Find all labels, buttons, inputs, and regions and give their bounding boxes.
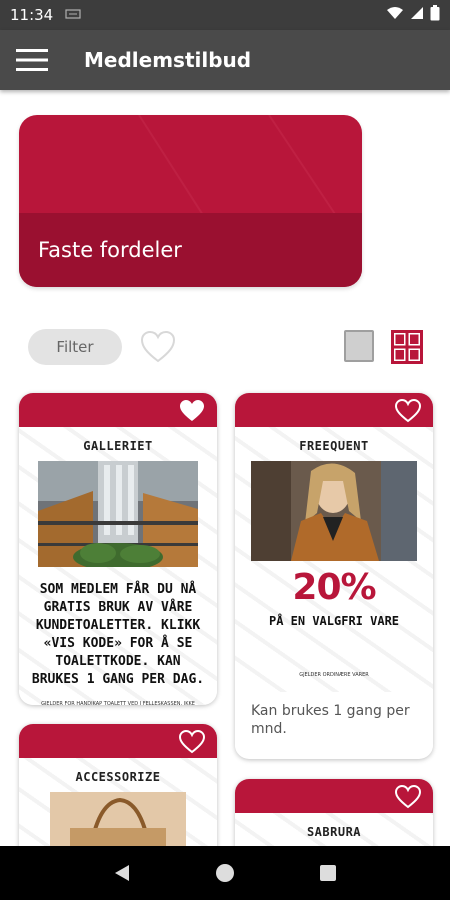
offer-card-sabrura[interactable]: SABRURA (235, 779, 433, 846)
discount-label: PÅ EN VALGFRI VARE (268, 614, 400, 628)
card-body: FREEQUENT 20% PÅ EN VALGFRI VARE Gjelder… (235, 427, 433, 692)
app-bar: Medlemstilbud (0, 30, 450, 90)
heart-outline-icon[interactable] (140, 330, 176, 364)
sim-card-icon (65, 8, 81, 22)
offer-card-freequent[interactable]: FREEQUENT 20% PÅ EN VALGFRI VARE Gjelder… (235, 393, 433, 759)
card-body: SABRURA (235, 813, 433, 846)
single-column-view-icon[interactable] (344, 330, 374, 362)
card-brand: SABRURA (306, 825, 362, 839)
offers-content[interactable]: Faste fordeler Filter GALLERIET SOM MEDL… (0, 90, 450, 846)
heart-outline-icon[interactable] (394, 398, 422, 423)
card-brand: GALLERIET (83, 439, 153, 453)
wifi-icon (386, 6, 404, 24)
card-header (235, 393, 433, 427)
discount-value: 20% (292, 567, 376, 608)
hero-band: Faste fordeler (19, 213, 362, 287)
filter-button[interactable]: Filter (28, 329, 122, 365)
recents-square-icon[interactable] (313, 858, 343, 888)
offer-card-galleriet[interactable]: GALLERIET SOM MEDLEM FÅR DU NÅ GRATIS BR… (19, 393, 217, 705)
card-description: SOM MEDLEM FÅR DU NÅ GRATIS BRUK AV VÅRE… (31, 582, 205, 687)
back-triangle-icon[interactable] (107, 858, 137, 888)
page-title: Medlemstilbud (84, 48, 252, 72)
status-bar: 11:34 (0, 0, 450, 30)
battery-icon (430, 5, 440, 25)
handbag-image (50, 792, 186, 846)
hero-label: Faste fordeler (38, 238, 182, 262)
card-header (19, 724, 217, 758)
card-brand: ACCESSORIZE (75, 770, 161, 784)
permanent-benefits-card[interactable]: Faste fordeler (19, 115, 362, 287)
hamburger-menu-icon[interactable] (0, 30, 64, 90)
card-body: ACCESSORIZE (19, 758, 217, 846)
card-footer: Kan brukes 1 gang per mnd. (235, 692, 433, 752)
grid-view-icon[interactable] (391, 330, 423, 364)
heart-outline-icon[interactable] (178, 729, 206, 754)
mall-interior-image (38, 461, 198, 567)
status-time: 11:34 (10, 6, 54, 24)
system-nav-bar (0, 846, 450, 900)
card-header (235, 779, 433, 813)
offer-card-accessorize[interactable]: ACCESSORIZE (19, 724, 217, 846)
card-brand: FREEQUENT (299, 439, 369, 453)
card-body: GALLERIET SOM MEDLEM FÅR DU NÅ GRATIS BR… (19, 427, 217, 705)
home-circle-icon[interactable] (210, 858, 240, 888)
heart-filled-icon[interactable] (179, 399, 205, 423)
card-fine-print: Gjelder ordinære varer (299, 672, 369, 678)
model-jacket-image (251, 461, 417, 561)
heart-outline-icon[interactable] (394, 784, 422, 809)
card-header (19, 393, 217, 427)
signal-icon (410, 6, 424, 24)
card-fine-print: Gjelder for handikap toalett ved i felle… (41, 701, 195, 705)
